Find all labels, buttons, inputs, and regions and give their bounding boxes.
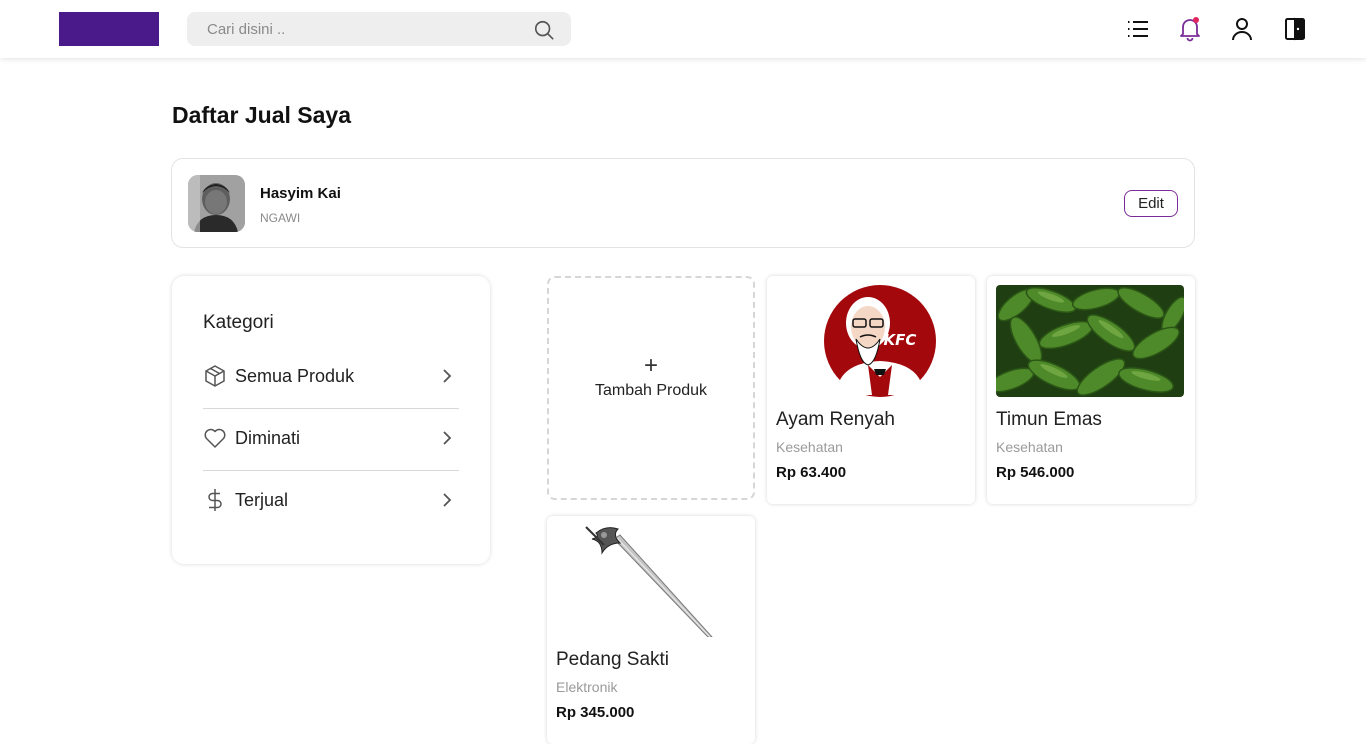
svg-text:KFC: KFC: [884, 331, 917, 349]
product-card[interactable]: Timun Emas Kesehatan Rp 546.000: [987, 276, 1195, 504]
category-item-diminati[interactable]: Diminati: [203, 409, 459, 471]
product-image-cucumbers-photo: [996, 285, 1184, 397]
logout-icon[interactable]: [1282, 16, 1308, 42]
category-item-terjual[interactable]: Terjual: [203, 471, 459, 533]
product-title: Ayam Renyah: [776, 409, 895, 430]
category-label: Terjual: [235, 490, 289, 510]
page-title: Daftar Jual Saya: [172, 102, 351, 128]
seller-name: Hasyim Kai: [260, 185, 341, 202]
add-product-label: Tambah Produk: [594, 382, 708, 399]
seller-city: NGAWI: [260, 211, 301, 225]
heart-icon: [204, 428, 226, 448]
product-image-sword-photo: [556, 525, 744, 637]
box-icon: [205, 365, 225, 387]
seller-avatar: [188, 175, 245, 232]
product-price: Rp 63.400: [776, 464, 847, 481]
seller-profile-card: Hasyim Kai NGAWI Edit: [171, 158, 1195, 248]
bell-icon[interactable]: [1177, 16, 1203, 42]
add-product-button[interactable]: + Tambah Produk: [547, 276, 755, 500]
search-bar: [187, 12, 571, 46]
search-input[interactable]: [187, 12, 527, 46]
product-title: Pedang Sakti: [556, 649, 670, 670]
product-card[interactable]: KFC Ayam Renyah Kesehatan Rp 63.400: [767, 276, 975, 504]
product-card[interactable]: Pedang Sakti Elektronik Rp 345.000: [547, 516, 755, 744]
plus-icon: +: [643, 352, 658, 379]
chevron-right-icon: [443, 431, 452, 445]
notification-dot-icon: [1193, 17, 1199, 23]
product-category: Kesehatan: [996, 439, 1063, 455]
search-icon[interactable]: [533, 19, 555, 41]
product-image-kfc-logo: KFC: [776, 285, 964, 397]
category-panel: Kategori Semua Produk Diminati Terjual: [172, 276, 490, 564]
product-category: Kesehatan: [776, 439, 843, 455]
category-label: Diminati: [235, 428, 301, 448]
dollar-icon: [208, 489, 222, 511]
user-icon[interactable]: [1229, 16, 1255, 42]
top-navbar: [0, 0, 1366, 58]
category-title: Kategori: [203, 312, 274, 333]
category-item-semua-produk[interactable]: Semua Produk: [203, 347, 459, 409]
category-label: Semua Produk: [235, 366, 355, 386]
chevron-right-icon: [443, 493, 452, 507]
product-category: Elektronik: [556, 679, 618, 695]
product-price: Rp 546.000: [996, 464, 1075, 481]
list-icon[interactable]: [1125, 16, 1151, 42]
brand-logo[interactable]: [59, 12, 159, 46]
chevron-right-icon: [443, 369, 452, 383]
edit-profile-button[interactable]: Edit: [1124, 190, 1178, 217]
product-title: Timun Emas: [996, 409, 1102, 430]
product-price: Rp 345.000: [556, 704, 635, 721]
